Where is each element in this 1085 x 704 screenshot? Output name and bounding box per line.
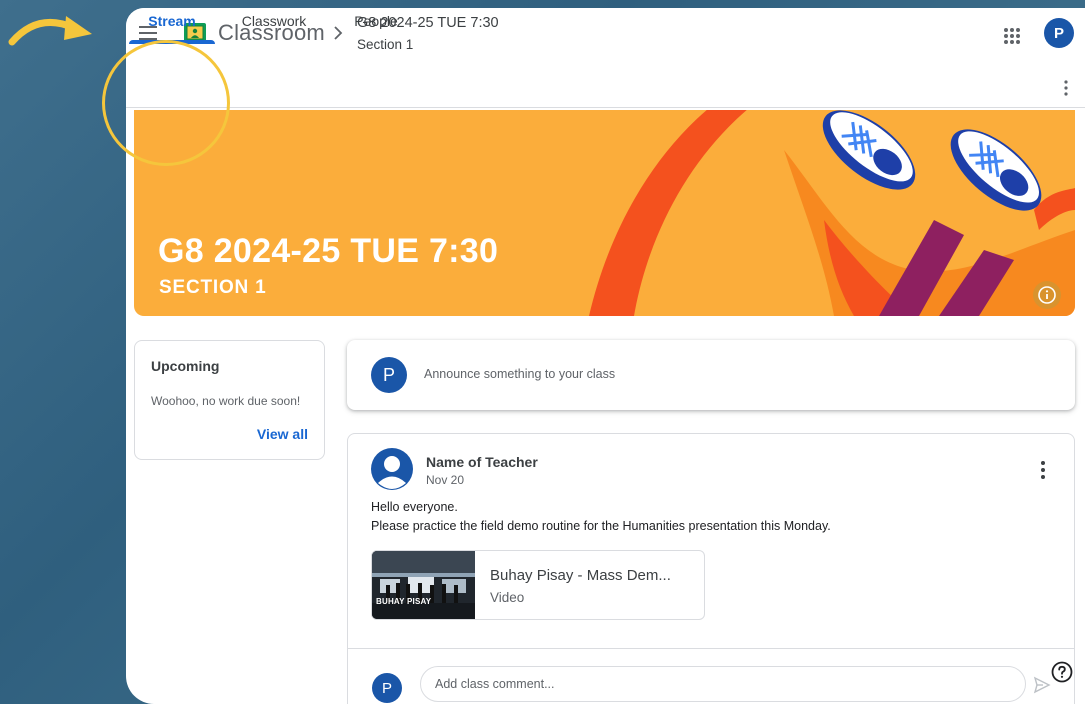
more-vert-icon[interactable] (1056, 78, 1076, 98)
upcoming-card: Upcoming Woohoo, no work due soon! View … (134, 340, 325, 460)
tab-classwork[interactable]: Classwork (231, 8, 317, 44)
banner-section: SECTION 1 (159, 277, 267, 298)
teacher-avatar-icon (371, 448, 413, 490)
divider (348, 648, 1074, 649)
post-body-line: Hello everyone. (371, 500, 458, 514)
tab-stream[interactable]: Stream (129, 8, 215, 44)
post-more-vert-icon[interactable] (1033, 458, 1053, 482)
account-avatar[interactable]: P (1044, 18, 1074, 48)
tab-stream-label: Stream (148, 13, 196, 29)
chevron-right-icon (334, 26, 343, 40)
upcoming-title: Upcoming (151, 358, 220, 374)
upcoming-message: Woohoo, no work due soon! (151, 394, 301, 408)
class-comment-input[interactable] (420, 666, 1026, 702)
post-body-line: Please practice the field demo routine f… (371, 519, 831, 533)
help-icon[interactable] (1050, 660, 1074, 684)
view-all-link[interactable]: View all (257, 426, 308, 442)
banner-illustration (589, 110, 1075, 316)
banner-class-title: G8 2024-25 TUE 7:30 (158, 232, 499, 270)
info-icon[interactable] (1033, 281, 1061, 309)
tab-classwork-label: Classwork (241, 13, 307, 29)
curved-arrow-icon (8, 16, 92, 46)
top-app-bar: Classroom G8 2024-25 TUE 7:30 Section 1 … (126, 8, 1085, 108)
comment-avatar: P (372, 673, 402, 703)
thumbnail-caption: BUHAY PISAY (376, 597, 432, 606)
announce-placeholder[interactable]: Announce something to your class (424, 367, 615, 381)
stream-post: Name of Teacher Nov 20 Hello everyone. P… (347, 433, 1075, 704)
post-body: Hello everyone. Please practice the fiel… (371, 498, 831, 536)
avatar: P (371, 357, 407, 393)
attachment-title[interactable]: Buhay Pisay - Mass Dem... (490, 567, 671, 584)
video-thumbnail: BUHAY PISAY (372, 551, 475, 619)
announce-box[interactable]: P Announce something to your class (347, 340, 1075, 410)
attachment-type: Video (490, 590, 525, 605)
tab-people[interactable]: People (344, 8, 408, 44)
classroom-window: Classroom G8 2024-25 TUE 7:30 Section 1 … (126, 8, 1085, 704)
class-banner: G8 2024-25 TUE 7:30 SECTION 1 (134, 110, 1075, 316)
video-attachment[interactable]: BUHAY PISAY Buhay Pisay - Mass Dem... Vi… (371, 550, 705, 620)
apps-grid-icon[interactable] (1000, 24, 1024, 48)
active-tab-indicator (129, 40, 215, 44)
send-icon[interactable] (1032, 675, 1052, 695)
thumbnail-scene (372, 551, 475, 619)
tab-people-label: People (354, 13, 398, 29)
post-author: Name of Teacher (426, 454, 538, 470)
post-date: Nov 20 (426, 473, 465, 487)
